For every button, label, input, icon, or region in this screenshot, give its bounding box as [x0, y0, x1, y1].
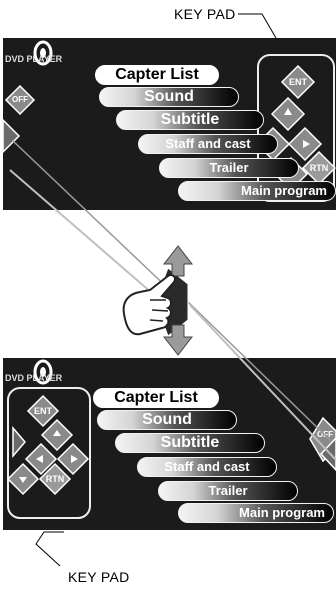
logo-text: DVD PLAYER — [5, 373, 63, 383]
screen-top: DVD PLAYER OFF ENT RTN Capter List Sound… — [3, 38, 336, 210]
menu-item-staff-and-cast[interactable]: Staff and cast — [137, 457, 277, 477]
menu-item-trailer[interactable]: Trailer — [159, 158, 299, 178]
callout-leader-top — [238, 13, 277, 39]
side-handle-icon — [161, 267, 189, 337]
menu-item-trailer[interactable]: Trailer — [158, 481, 298, 501]
hand-pointer-icon — [122, 273, 176, 336]
menu-item-capter-list[interactable]: Capter List — [93, 388, 219, 408]
keypad-callout-label-top: KEY PAD — [174, 6, 236, 22]
menu-item-subtitle[interactable]: Subtitle — [116, 110, 264, 130]
screen-bottom: DVD PLAYER ENT RTN OFF Capter List Sound… — [3, 358, 336, 530]
menu-item-sound[interactable]: Sound — [99, 87, 239, 107]
up-key-icon[interactable] — [40, 418, 74, 452]
side-key-icon[interactable] — [12, 425, 26, 459]
enter-key-label: ENT — [34, 406, 52, 416]
logo-text: DVD PLAYER — [5, 54, 63, 64]
return-key-label: RTN — [309, 163, 329, 173]
right-key-icon[interactable] — [56, 442, 90, 476]
return-key-label: RTN — [45, 474, 65, 484]
down-arrow-icon — [162, 324, 194, 356]
enter-key-label: ENT — [289, 77, 307, 87]
up-arrow-icon — [162, 245, 194, 277]
menu-item-subtitle[interactable]: Subtitle — [115, 433, 265, 453]
menu-item-staff-and-cast[interactable]: Staff and cast — [138, 134, 278, 154]
menu-item-sound[interactable]: Sound — [97, 410, 237, 430]
side-key-icon[interactable] — [3, 118, 21, 154]
up-key-icon[interactable] — [270, 96, 306, 132]
off-key-label: OFF — [12, 95, 28, 104]
menu-item-capter-list[interactable]: Capter List — [95, 65, 219, 85]
keypad-callout-label-bottom: KEY PAD — [68, 569, 130, 585]
menu-item-main-program[interactable]: Main program — [178, 181, 336, 201]
menu-item-main-program[interactable]: Main program — [178, 503, 334, 523]
down-key-icon[interactable] — [6, 462, 40, 496]
off-key-label: OFF — [317, 430, 333, 439]
callout-leader-bottom — [35, 531, 64, 567]
